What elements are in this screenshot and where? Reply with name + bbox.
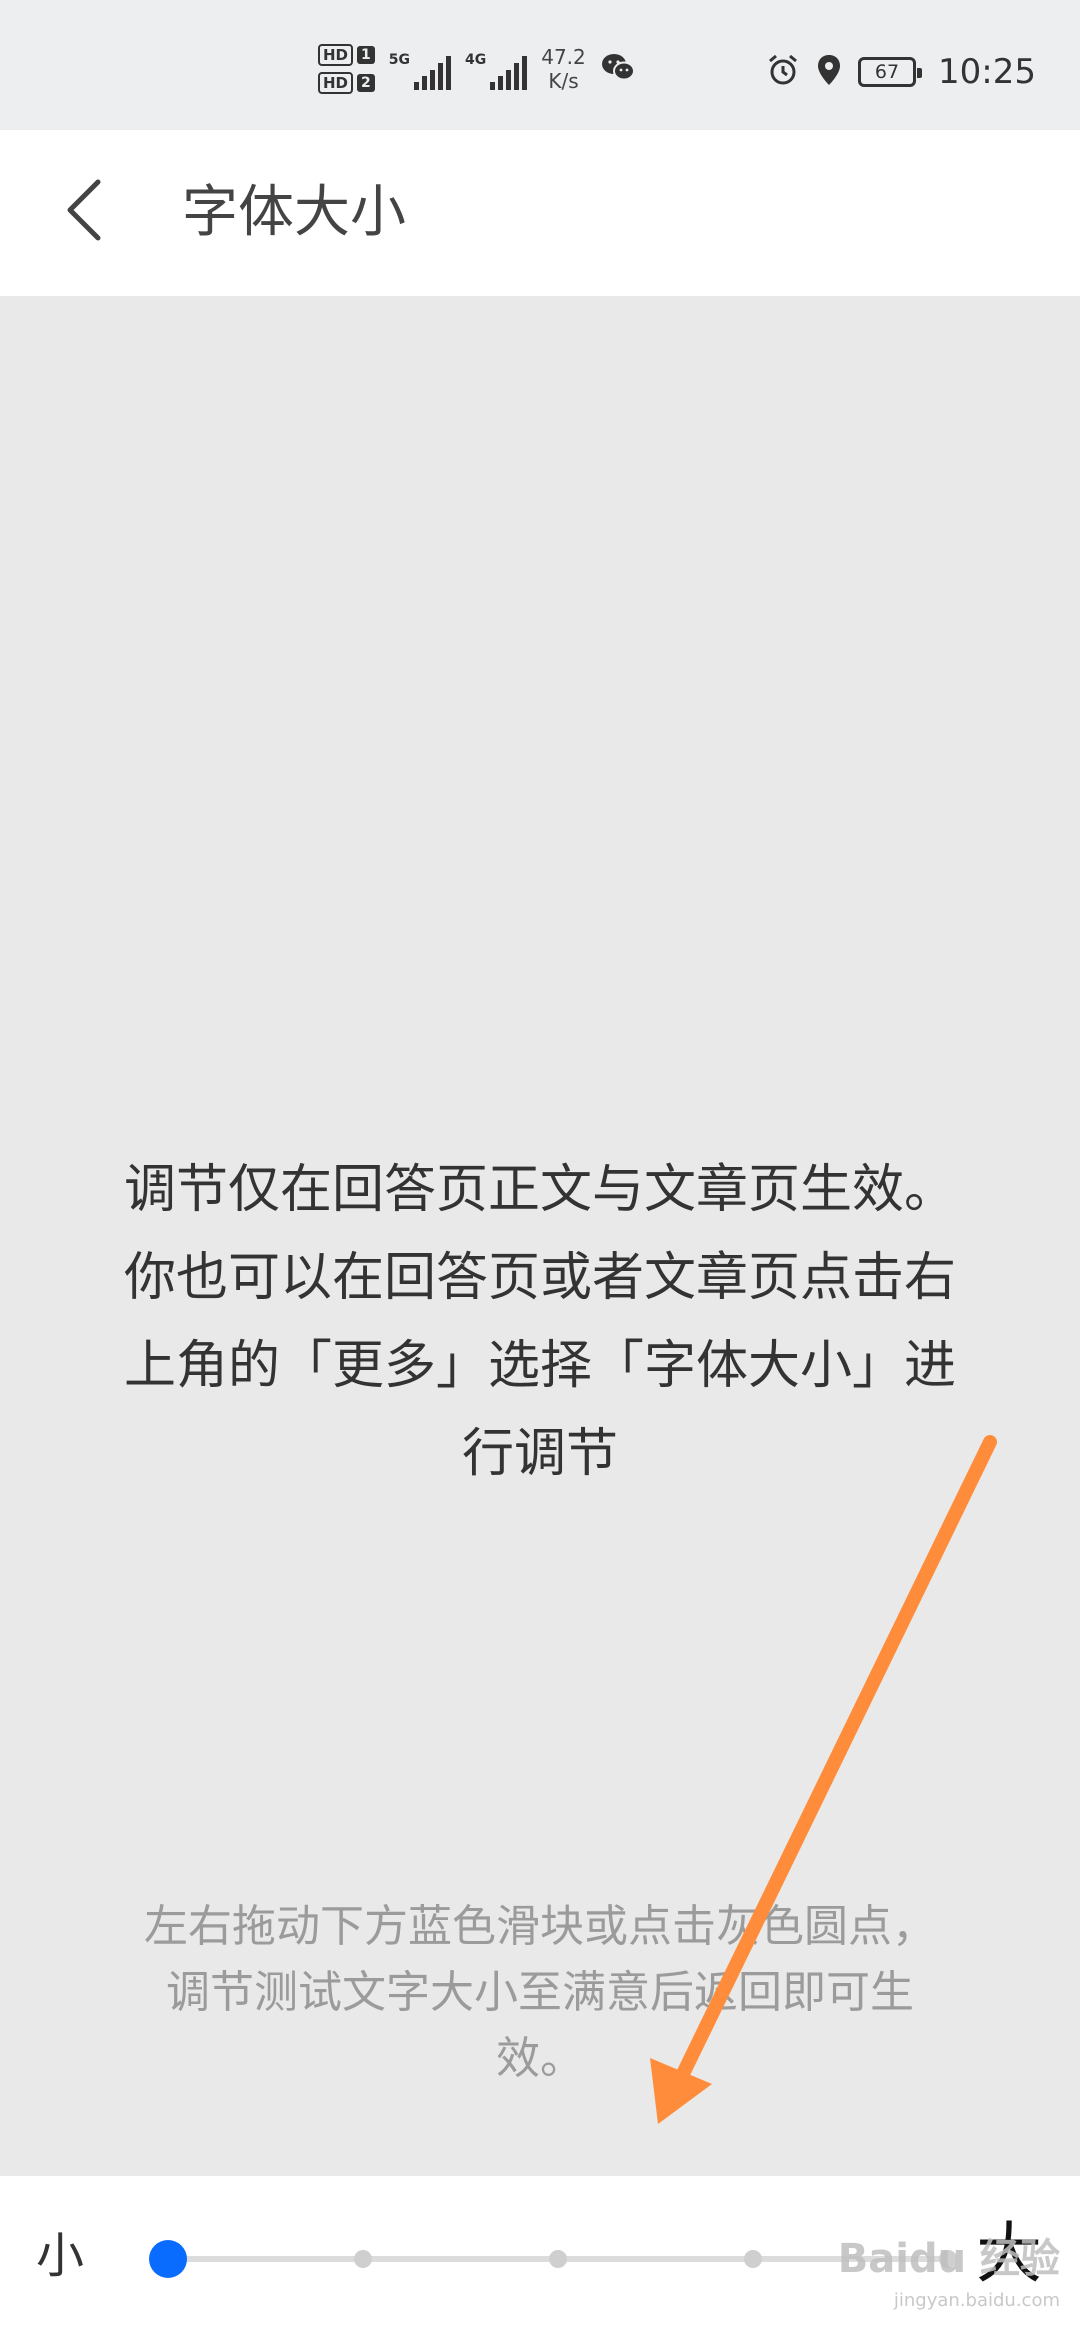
signal-4g: 4G [465,48,528,90]
watermark-url: jingyan.baidu.com [893,2290,1060,2311]
font-size-slider-thumb[interactable] [149,2240,187,2278]
preview-line: 你也可以在回答页或者文章页点击右 [123,1248,956,1308]
battery-level: 67 [874,61,900,83]
signal-bars-icon [414,56,451,90]
instruction-hint: 左右拖动下方蓝色滑块或点击灰色圆点， 调节测试文字大小至满意后返回即可生 效。 [100,1894,980,2092]
alarm-icon [766,53,800,91]
status-bar: HD 1 HD 2 5G 4G 47.2 K/s 67 10:25 [0,0,1080,130]
slider-step-dot[interactable] [549,2250,567,2268]
preview-line: 行调节 [461,1424,618,1484]
sim1-number: 1 [357,46,375,64]
preview-area: 调节仅在回答页正文与文章页生效。 你也可以在回答页或者文章页点击右 上角的「更多… [0,296,1080,2176]
wechat-icon [600,51,636,87]
baidu-watermark: Baidu 经验 jingyan.baidu.com [838,2238,1060,2322]
sim2-hd-label: HD [318,72,354,94]
sim2-indicator: HD 2 [318,72,375,94]
status-left-group: HD 1 HD 2 5G 4G 47.2 K/s [318,44,636,94]
slider-step-dot[interactable] [744,2250,762,2268]
sim2-number: 2 [357,74,375,92]
clock: 10:25 [938,52,1036,92]
back-button[interactable] [48,176,120,248]
font-size-slider-panel: 小 大 Baidu 经验 jingyan.baidu.com [0,2176,1080,2340]
hint-line: 调节测试文字大小至满意后返回即可生 [166,1967,914,2018]
sim1-hd-label: HD [318,44,354,66]
sim-indicators: HD 1 HD 2 [318,44,375,94]
speed-unit: K/s [548,69,579,93]
font-size-slider-track[interactable] [159,2250,957,2268]
chevron-left-icon [62,178,106,246]
hint-line: 左右拖动下方蓝色滑块或点击灰色圆点， [144,1901,936,1952]
preview-line: 上角的「更多」选择「字体大小」进 [123,1336,956,1396]
slider-step-dot[interactable] [354,2250,372,2268]
location-icon [816,53,842,91]
speed-value: 47.2 [541,45,586,69]
signal-5g: 5G [389,48,451,90]
sim1-indicator: HD 1 [318,44,375,66]
hint-line: 效。 [496,2033,584,2084]
preview-line: 调节仅在回答页正文与文章页生效。 [123,1160,956,1220]
net2-label: 4G [465,52,487,68]
net1-label: 5G [388,52,410,68]
network-speed: 47.2 K/s [541,45,586,93]
slider-min-label: 小 [36,2228,85,2284]
watermark-text: Baidu 经验 [837,2236,1060,2282]
battery-icon: 67 [858,57,923,87]
app-bar: 字体大小 [0,130,1080,296]
signal-bars-icon [490,56,528,90]
font-preview-text: 调节仅在回答页正文与文章页生效。 你也可以在回答页或者文章页点击右 上角的「更多… [90,1146,990,1498]
status-right-group: 67 10:25 [766,52,1036,92]
page-title: 字体大小 [182,180,406,245]
